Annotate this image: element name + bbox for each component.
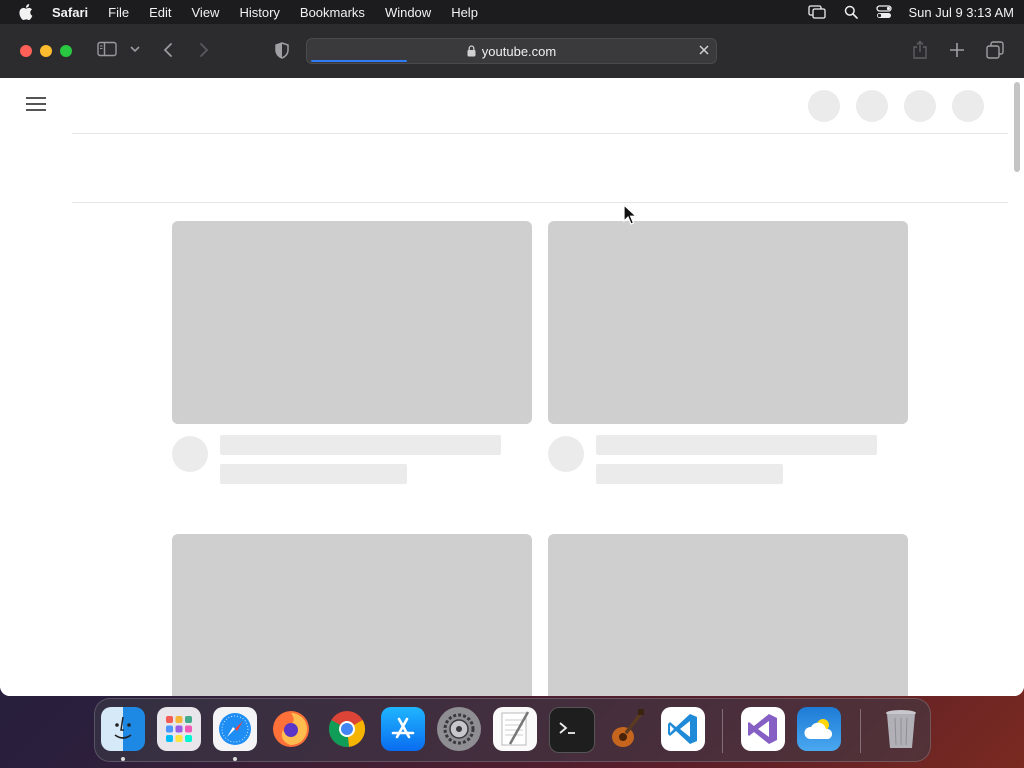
sidebar-icon[interactable] [97,41,117,57]
finder-icon[interactable] [101,707,145,751]
firefox-icon[interactable] [269,707,313,751]
visual-studio-icon[interactable] [741,707,785,751]
vscode-icon[interactable] [661,707,705,751]
dock-separator [860,709,861,753]
mouse-cursor-icon [623,203,638,231]
skeleton-meta-line [596,464,783,484]
terminal-icon[interactable] [549,707,595,753]
window-close-button[interactable] [20,45,32,57]
clear-icon[interactable] [698,44,710,56]
menu-bookmarks[interactable]: Bookmarks [300,5,365,20]
forward-icon[interactable] [199,42,209,58]
menu-history[interactable]: History [239,5,279,20]
weather-icon[interactable] [797,707,841,751]
menu-view[interactable]: View [192,5,220,20]
skeleton-meta-line [220,464,407,484]
share-icon[interactable] [912,40,928,60]
skeleton-header-circle [904,90,936,122]
menu-edit[interactable]: Edit [149,5,171,20]
menu-window[interactable]: Window [385,5,431,20]
skeleton-channel-avatar [548,436,584,472]
dock-separator [722,709,723,753]
safari-app-icon[interactable] [213,707,257,751]
menu-help[interactable]: Help [451,5,478,20]
privacy-shield-icon[interactable] [275,42,289,59]
app-store-icon[interactable] [381,707,425,751]
trash-icon[interactable] [879,707,923,751]
textedit-icon[interactable] [493,707,537,751]
safari-window: youtube.com [0,24,1024,696]
menu-icon[interactable] [26,97,46,111]
menubar-clock[interactable]: Sun Jul 9 3:13 AM [908,5,1014,20]
page-scrollbar[interactable] [1014,82,1020,172]
system-settings-icon[interactable] [437,707,481,751]
skeleton-title-line [596,435,877,455]
new-tab-icon[interactable] [949,42,965,58]
address-bar-url: youtube.com [481,43,557,59]
skeleton-video-thumbnail [548,534,908,696]
window-minimize-button[interactable] [40,45,52,57]
skeleton-video-thumbnail [548,221,908,424]
skeleton-header-circle [952,90,984,122]
menu-file[interactable]: File [108,5,129,20]
browser-toolbar: youtube.com [0,24,1024,79]
dock [94,698,931,762]
skeleton-header-circle [808,90,840,122]
web-content [0,78,1024,696]
address-bar[interactable]: youtube.com [306,38,717,64]
window-maximize-button[interactable] [60,45,72,57]
skeleton-video-thumbnail [172,221,532,424]
lock-icon [467,45,476,57]
page-load-progress [311,60,407,62]
chrome-icon[interactable] [325,707,369,751]
finder-running-indicator [121,757,125,761]
apple-icon[interactable] [18,4,34,20]
menu-bar: Safari File Edit View History Bookmarks … [0,0,1024,24]
spotlight-search-icon[interactable] [844,5,859,19]
control-center-icon[interactable] [876,5,893,19]
skeleton-header-circle [856,90,888,122]
back-icon[interactable] [163,42,173,58]
header-divider [72,133,1008,134]
chevron-down-icon[interactable] [130,46,140,53]
tab-overview-icon[interactable] [986,41,1004,59]
skeleton-title-line [220,435,501,455]
skeleton-video-thumbnail [172,534,532,696]
chips-divider [72,202,1008,203]
menu-app-name[interactable]: Safari [52,5,88,20]
launchpad-icon[interactable] [157,707,201,751]
garageband-icon[interactable] [605,707,649,751]
screen-mirroring-icon[interactable] [808,5,827,19]
skeleton-channel-avatar [172,436,208,472]
safari-running-indicator [233,757,237,761]
